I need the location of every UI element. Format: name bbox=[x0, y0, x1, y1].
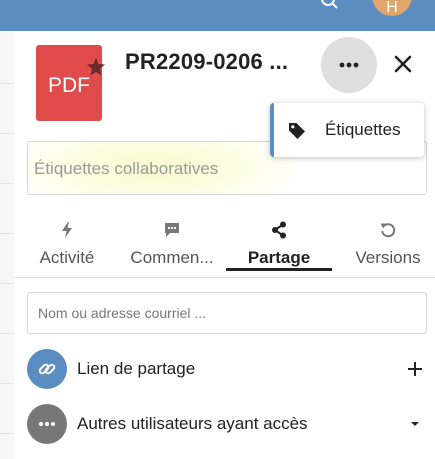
actions-menu: Étiquettes bbox=[270, 103, 424, 157]
left-file-list bbox=[0, 31, 15, 459]
sidebar-panel: PDF PR2209-0206 ... Étiquettes collabora… bbox=[14, 31, 435, 459]
tab-activity[interactable]: Activité bbox=[26, 217, 108, 273]
tab-label: Commen... bbox=[130, 248, 214, 267]
tab-comments[interactable]: Commen... bbox=[122, 217, 222, 273]
menu-item-label: Étiquettes bbox=[325, 120, 401, 139]
caret-down-icon[interactable] bbox=[405, 414, 425, 434]
ellipsis-icon bbox=[339, 62, 359, 68]
tab-label: Activité bbox=[39, 248, 95, 267]
share-link-row[interactable]: Lien de partage bbox=[27, 349, 425, 389]
share-recipient-input[interactable]: Nom ou adresse courriel ... bbox=[27, 292, 427, 334]
other-users-row[interactable]: Autres utilisateurs ayant accès bbox=[27, 404, 425, 444]
tabs-divider bbox=[14, 277, 435, 278]
more-actions-button[interactable] bbox=[321, 37, 377, 93]
link-icon bbox=[38, 363, 56, 375]
top-bar: H bbox=[0, 0, 435, 31]
file-type-label: PDF bbox=[48, 74, 90, 97]
share-input-placeholder: Nom ou adresse courriel ... bbox=[38, 305, 207, 321]
tab-label: Partage bbox=[247, 248, 311, 267]
link-avatar bbox=[27, 349, 67, 389]
add-icon[interactable] bbox=[405, 359, 425, 379]
tags-field-placeholder: Étiquettes collaboratives bbox=[34, 159, 219, 178]
tab-sharing[interactable]: Partage bbox=[226, 217, 332, 273]
menu-item-tags[interactable]: Étiquettes bbox=[270, 103, 424, 157]
comment-icon bbox=[165, 223, 179, 237]
active-tab-underline bbox=[226, 268, 332, 271]
close-icon[interactable] bbox=[390, 51, 416, 77]
search-icon[interactable] bbox=[319, 0, 341, 12]
other-users-label: Autres utilisateurs ayant accès bbox=[77, 414, 308, 433]
share-icon bbox=[272, 221, 286, 239]
tab-bar: Activité Commen... Partage Versions bbox=[14, 217, 435, 273]
tag-icon bbox=[289, 123, 305, 139]
other-users-avatar bbox=[27, 404, 67, 444]
share-link-label: Lien de partage bbox=[77, 359, 196, 378]
history-icon bbox=[380, 223, 396, 238]
ellipsis-icon bbox=[39, 422, 55, 426]
tab-versions[interactable]: Versions bbox=[343, 217, 433, 273]
star-icon[interactable] bbox=[86, 57, 106, 77]
file-title: PR2209-0206 ... bbox=[125, 49, 289, 74]
avatar[interactable]: H bbox=[372, 0, 412, 16]
tab-label: Versions bbox=[355, 248, 421, 267]
bolt-icon bbox=[62, 222, 72, 238]
